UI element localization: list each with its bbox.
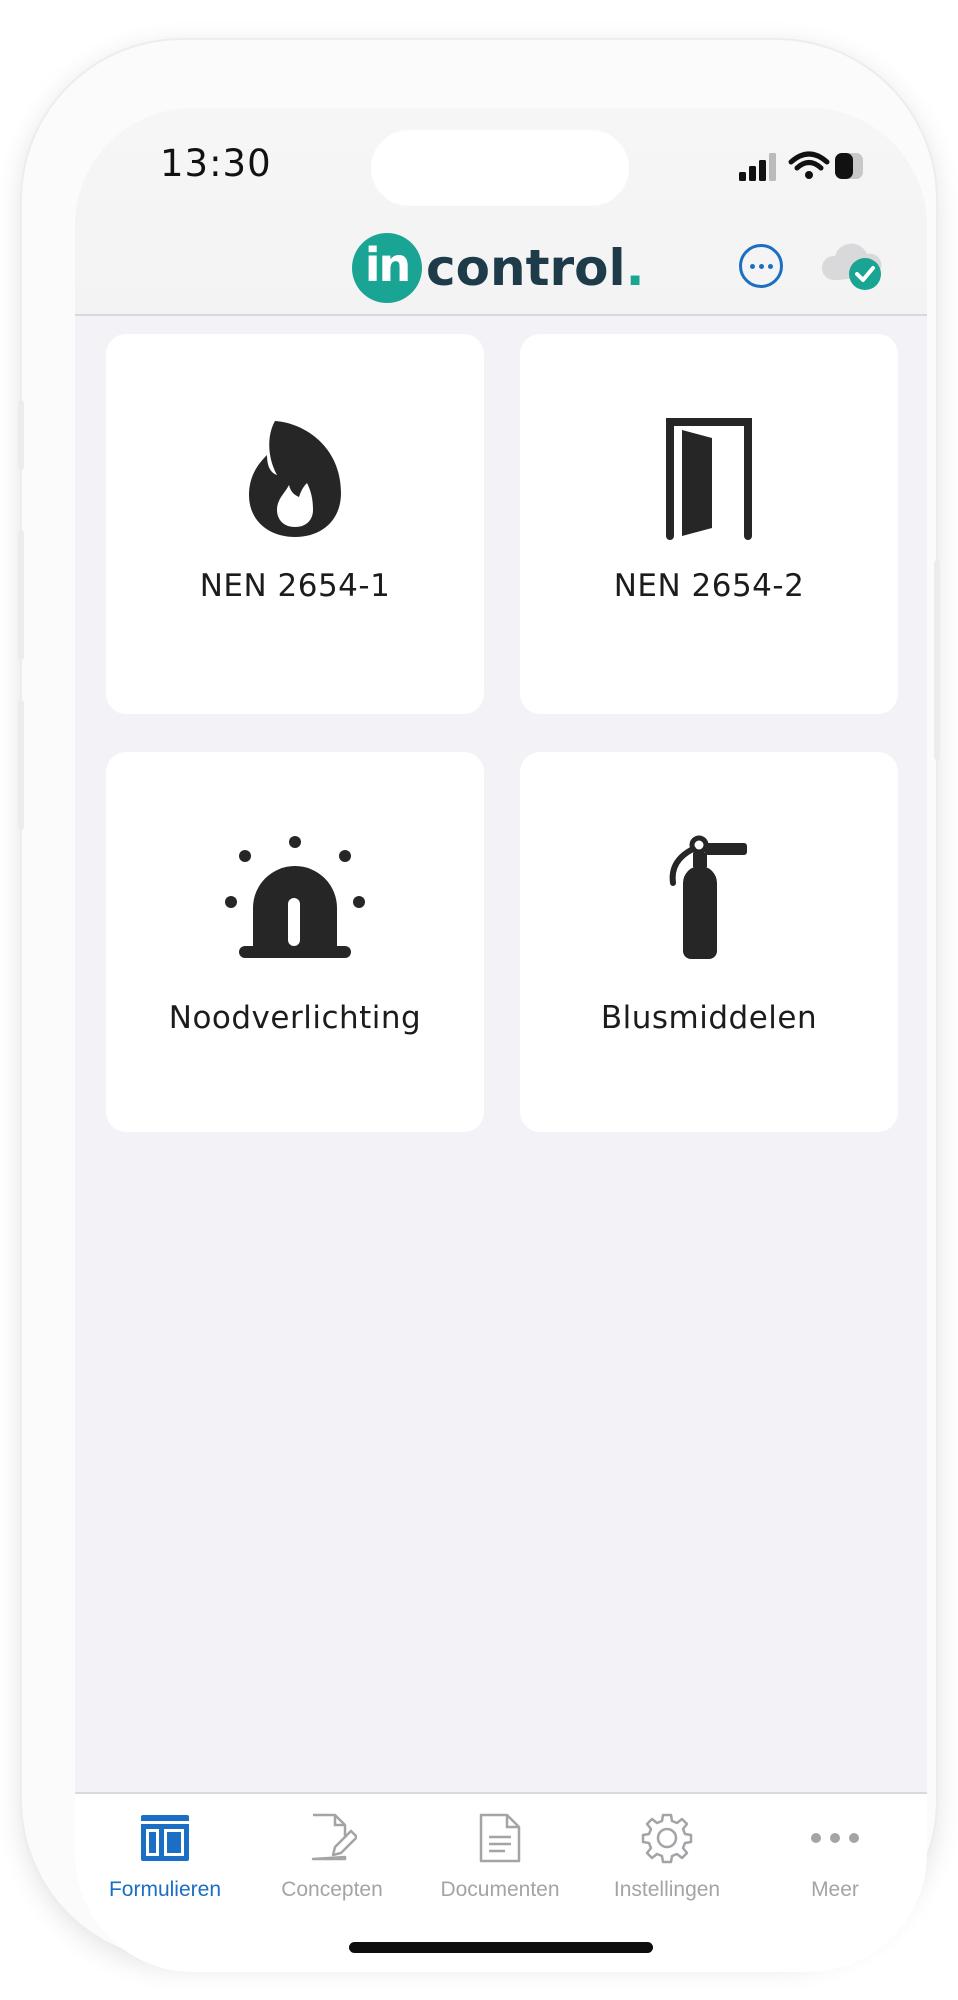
flame-icon (245, 414, 345, 542)
cellular-signal-icon (739, 153, 776, 181)
logo-dot: . (625, 239, 645, 297)
volume-up-button (18, 530, 24, 660)
tile-label: Noodverlichting (168, 1000, 422, 1036)
app-screen: 13:30 in control. NEN 2654-1 NEN 2654-2 … (75, 108, 927, 1972)
forms-icon (140, 1810, 190, 1866)
tile-label: NEN 2654-1 (199, 568, 391, 604)
form-tile-nen-2654-1[interactable]: NEN 2654-1 (106, 334, 484, 714)
tab-label: Concepten (281, 1878, 383, 1901)
phone-frame: 13:30 in control. NEN 2654-1 NEN 2654-2 … (18, 40, 940, 1972)
tab-label: Meer (811, 1878, 859, 1901)
cloud-sync-icon[interactable] (819, 238, 885, 294)
navigation-header: 13:30 in control. (75, 108, 927, 316)
dot (767, 263, 773, 269)
status-icons (685, 148, 865, 182)
tab-label: Instellingen (613, 1878, 721, 1901)
volume-down-button (18, 700, 24, 830)
dot (749, 263, 755, 269)
dynamic-island (371, 130, 629, 206)
form-tile-blusmiddelen[interactable]: Blusmiddelen (520, 752, 898, 1132)
more-icon (810, 1810, 860, 1866)
tile-label: NEN 2654-2 (613, 568, 805, 604)
status-time: 13:30 (160, 142, 272, 185)
form-tile-nen-2654-2[interactable]: NEN 2654-2 (520, 334, 898, 714)
logo-text: control (426, 239, 626, 297)
battery-icon (835, 153, 863, 179)
logo-wordmark: control. (426, 239, 645, 297)
power-button (934, 560, 940, 760)
mute-switch (18, 400, 24, 470)
tab-label: Formulieren (108, 1878, 222, 1901)
tile-label: Blusmiddelen (600, 1000, 818, 1036)
tab-instellingen[interactable]: Instellingen (582, 1810, 752, 1902)
tab-concepten[interactable]: Concepten (247, 1810, 417, 1902)
draft-icon (307, 1810, 357, 1866)
gear-icon (641, 1810, 693, 1866)
tab-documenten[interactable]: Documenten (415, 1810, 585, 1902)
form-tile-noodverlichting[interactable]: Noodverlichting (106, 752, 484, 1132)
emergency-light-icon (225, 834, 365, 962)
tab-formulieren[interactable]: Formulieren (80, 1810, 250, 1902)
logo-mark: in (352, 233, 422, 303)
tab-meer[interactable]: Meer (750, 1810, 920, 1902)
door-icon (664, 414, 754, 542)
dot (758, 263, 764, 269)
more-options-button[interactable] (739, 244, 783, 288)
home-indicator[interactable] (349, 1942, 653, 1953)
wifi-icon (788, 151, 830, 179)
tab-label: Documenten (440, 1878, 560, 1901)
incontrol-logo: in control. (352, 228, 645, 308)
document-icon (479, 1810, 521, 1866)
fire-extinguisher-icon (667, 834, 751, 962)
